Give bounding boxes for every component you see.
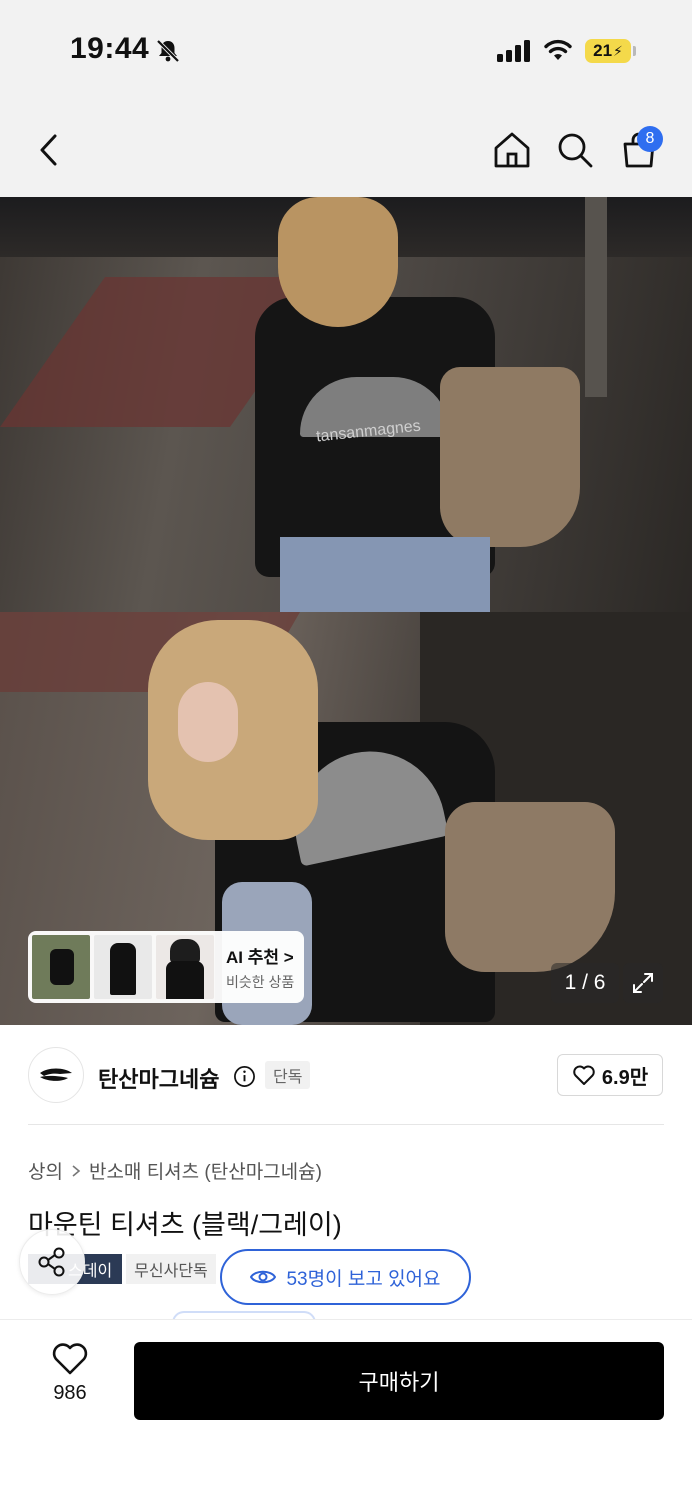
handbag (440, 367, 580, 547)
brand-like-button[interactable]: 6.9만 (557, 1054, 663, 1096)
wishlist-button[interactable]: 986 (30, 1342, 110, 1432)
status-bar: 19:44 21 ⚡ (0, 0, 692, 100)
status-time: 19:44 (70, 32, 150, 65)
brand-like-count: 6.9만 (601, 1066, 649, 1089)
hair (278, 197, 398, 327)
cart-count-badge: 8 (637, 126, 663, 152)
search-icon (558, 133, 593, 168)
product-photo-back-view: tansanmagnes (0, 197, 692, 612)
battery-indicator: 21 ⚡ (585, 39, 631, 63)
breadcrumb: 상의 반소매 티셔츠 (탄산마그네슘) (28, 1157, 322, 1184)
heart-icon (573, 1065, 595, 1085)
back-button[interactable] (27, 128, 71, 172)
buy-button[interactable]: 구매하기 (134, 1342, 664, 1420)
battery-cap (633, 46, 636, 56)
face (178, 682, 238, 762)
info-icon[interactable] (233, 1065, 256, 1088)
jeans (280, 537, 490, 612)
ai-thumbnail-3 (156, 935, 214, 999)
eye-icon (250, 1270, 277, 1284)
exclusive-badge: 단독 (265, 1061, 311, 1089)
live-viewers-text: 53명이 보고 있어요 (286, 1268, 441, 1290)
expand-icon (633, 973, 653, 993)
handbag (445, 802, 615, 972)
nav-bar (0, 100, 692, 197)
search-button[interactable] (553, 128, 597, 172)
bell-muted-icon (156, 39, 180, 63)
chevron-right-icon (72, 1164, 81, 1177)
wifi-icon (544, 39, 572, 60)
battery-level: 21 (593, 41, 613, 60)
product-image-gallery[interactable]: tansanmagnes AI 추천 > 비슷한 상품 1 / 6 (0, 197, 692, 1025)
home-button[interactable] (490, 128, 534, 172)
bottom-action-bar: 986 구매하기 (0, 1319, 692, 1500)
ai-card-subtitle: 비슷한 상품 (226, 973, 295, 990)
ai-card-title: AI 추천 > (226, 947, 294, 967)
brand-logo-mark-icon (40, 1068, 72, 1081)
brand-name[interactable]: 탄산마그네슘 (98, 1062, 219, 1094)
expand-image-button[interactable] (623, 963, 663, 1003)
ai-recommendation-card[interactable]: AI 추천 > 비슷한 상품 (28, 931, 304, 1003)
ai-thumbnail-2 (94, 935, 152, 999)
pole (585, 197, 607, 397)
breadcrumb-item-subcategory[interactable]: 반소매 티셔츠 (탄산마그네슘) (89, 1157, 322, 1184)
brand-row: 탄산마그네슘 단독 6.9만 (0, 1026, 692, 1126)
cellular-signal-icon (497, 40, 530, 62)
exclusive-tag: 무신사단독 (126, 1254, 216, 1284)
heart-icon (52, 1343, 88, 1375)
share-button[interactable] (19, 1229, 85, 1295)
ai-thumbnail-1 (32, 935, 90, 999)
section-divider (28, 1124, 664, 1125)
charging-bolt-icon: ⚡ (613, 42, 623, 59)
image-page-counter: 1 / 6 (551, 963, 619, 1003)
live-viewers-pill: 53명이 보고 있어요 (220, 1249, 471, 1305)
product-title: 마운틴 티셔츠 (블랙/그레이) (28, 1210, 342, 1240)
breadcrumb-item-category[interactable]: 상의 (28, 1157, 63, 1184)
chevron-left-icon (40, 134, 57, 166)
wishlist-count: 986 (53, 1382, 87, 1404)
home-icon (494, 132, 530, 168)
brand-logo[interactable] (28, 1047, 84, 1103)
share-icon (38, 1247, 65, 1277)
